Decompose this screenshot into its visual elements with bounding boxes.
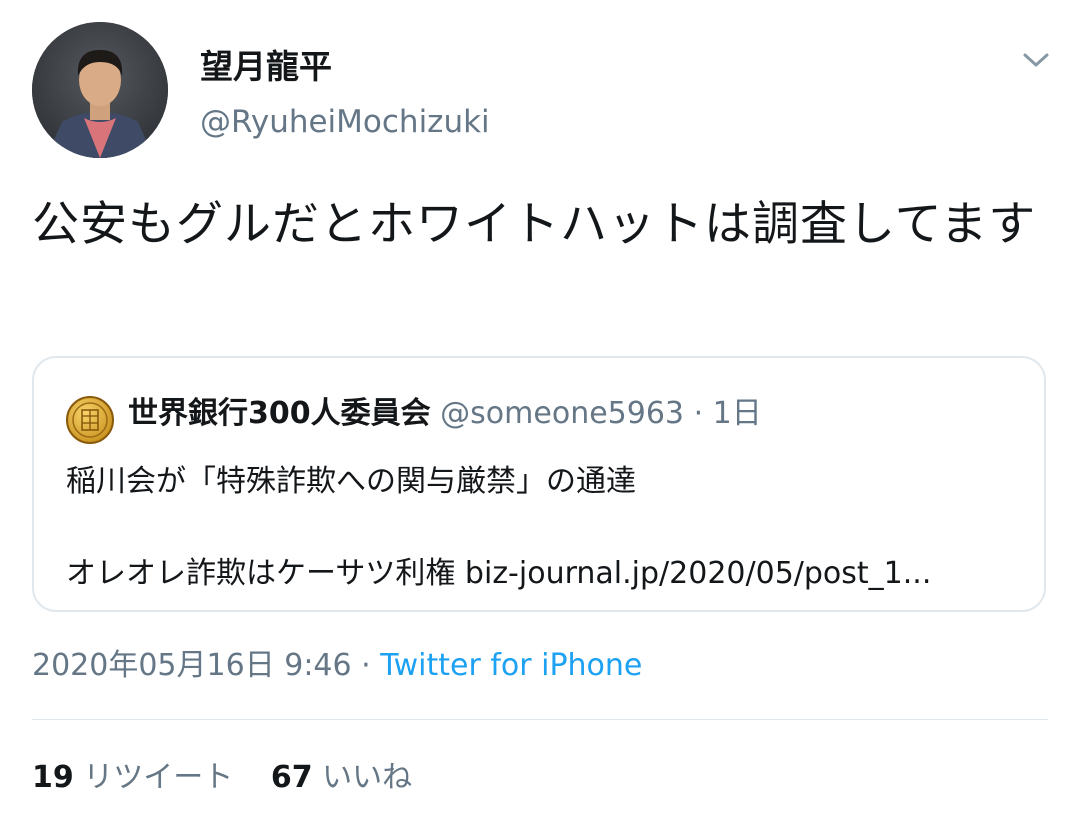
quote-text-line: 稲川会が「特殊詐欺への関与厳禁」の通達 (66, 464, 636, 499)
author-handle[interactable]: @RyuheiMochizuki (200, 104, 490, 140)
divider (32, 719, 1048, 720)
retweet-label: リツイート (83, 760, 234, 795)
like-stat[interactable]: 67 いいね (271, 760, 412, 795)
profile-photo (32, 22, 168, 158)
gold-coin-icon (66, 396, 114, 444)
author-display-name[interactable]: 望月龍平 (200, 40, 332, 88)
like-label: いいね (322, 760, 413, 795)
author-avatar[interactable] (32, 22, 168, 158)
quote-time[interactable]: 1日 (713, 396, 762, 431)
tweet-text: 公安もグルだとホワイトハットは調査してます (32, 197, 1037, 252)
quote-avatar[interactable] (66, 396, 114, 444)
tweet-source-link[interactable]: Twitter for iPhone (380, 648, 642, 683)
quoted-tweet-card[interactable]: 世界銀行300人委員会 @someone5963 · 1日 稲川会が「特殊詐欺へ… (32, 356, 1046, 612)
tweet-stats: 19 リツイート 67 いいね (32, 758, 440, 798)
quote-header: 世界銀行300人委員会 @someone5963 · 1日 (128, 394, 762, 434)
tweet-menu-button[interactable] (1016, 44, 1056, 76)
quote-handle[interactable]: @someone5963 (440, 396, 684, 431)
retweet-count: 19 (32, 760, 74, 795)
chevron-down-icon (1023, 53, 1049, 67)
tweet-meta: 2020年05月16日 9:46 · Twitter for iPhone (32, 646, 642, 686)
quote-display-name[interactable]: 世界銀行300人委員会 (128, 396, 431, 431)
quote-text-line: オレオレ詐欺はケーサツ利権 biz-journal.jp/2020/05/pos… (66, 556, 932, 591)
like-count: 67 (270, 760, 313, 795)
tweet-timestamp[interactable]: 2020年05月16日 9:46 (32, 648, 352, 683)
retweet-stat[interactable]: 19 リツイート (32, 760, 243, 795)
meta-separator: · (361, 648, 371, 683)
quote-separator: · (693, 396, 704, 431)
